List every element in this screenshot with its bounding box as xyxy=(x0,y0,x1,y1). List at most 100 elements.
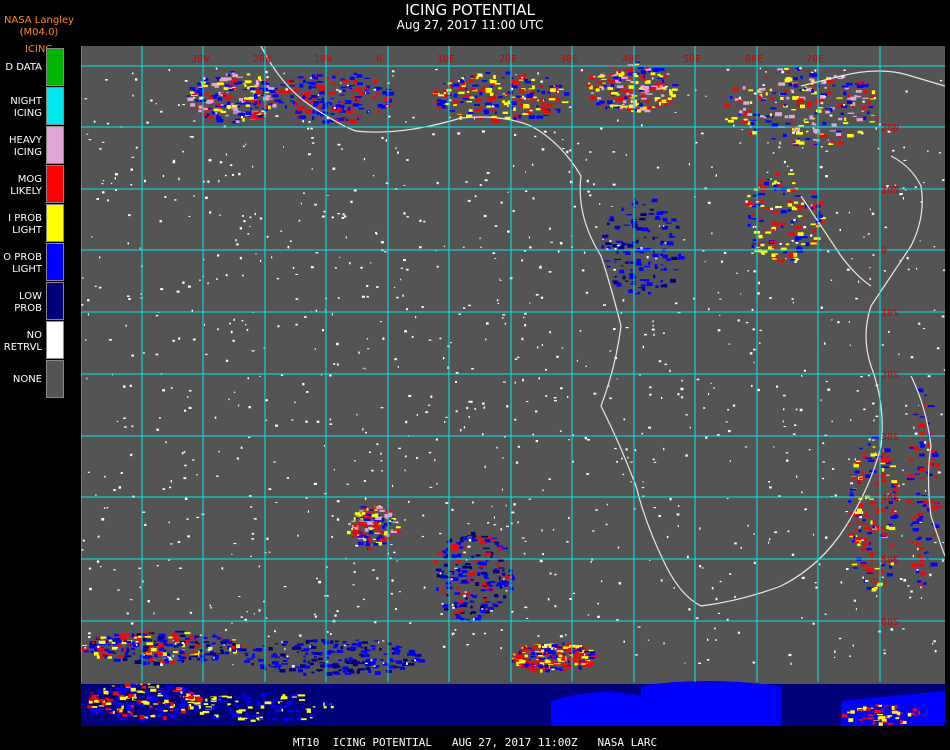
no-retrieval-pixel xyxy=(134,636,137,639)
icing-cell xyxy=(844,117,847,122)
icing-cell xyxy=(775,208,778,211)
icing-cell xyxy=(153,640,157,642)
icing-cell xyxy=(342,89,346,93)
no-retrieval-pixel xyxy=(474,195,477,198)
icing-cell xyxy=(408,663,415,666)
no-retrieval-pixel xyxy=(113,489,116,492)
icing-cell xyxy=(369,527,373,530)
icing-cell xyxy=(747,194,751,198)
icing-cell xyxy=(916,518,923,522)
icing-cell xyxy=(776,172,780,175)
icing-cell xyxy=(259,79,262,82)
icing-cell xyxy=(867,443,871,446)
no-retrieval-pixel xyxy=(752,226,754,228)
icing-cell xyxy=(196,657,201,661)
icing-cell xyxy=(255,89,260,94)
icing-cell xyxy=(193,638,197,640)
icing-cell xyxy=(522,75,525,77)
icing-cell xyxy=(282,643,287,646)
no-retrieval-pixel xyxy=(208,159,212,162)
no-retrieval-pixel xyxy=(874,452,876,454)
icing-cell xyxy=(485,610,490,614)
no-retrieval-pixel xyxy=(704,261,706,263)
no-retrieval-pixel xyxy=(548,271,552,273)
no-retrieval-pixel xyxy=(785,257,787,260)
icing-cell xyxy=(777,206,782,208)
icing-cell xyxy=(308,101,313,105)
no-retrieval-pixel xyxy=(507,191,509,193)
no-retrieval-pixel xyxy=(273,461,276,463)
no-retrieval-pixel xyxy=(779,242,782,245)
icing-cell xyxy=(392,665,396,667)
icing-cell xyxy=(837,77,844,80)
no-retrieval-pixel xyxy=(81,304,84,306)
icing-cell xyxy=(111,685,115,687)
no-retrieval-pixel xyxy=(253,518,257,520)
icing-cell xyxy=(886,525,889,530)
no-retrieval-pixel xyxy=(499,279,502,281)
no-retrieval-pixel xyxy=(114,177,116,180)
no-retrieval-pixel xyxy=(699,527,701,530)
no-retrieval-pixel xyxy=(532,197,535,200)
icing-cell xyxy=(794,236,802,240)
no-retrieval-pixel xyxy=(423,586,426,589)
no-retrieval-pixel xyxy=(913,426,915,429)
no-retrieval-pixel xyxy=(241,215,244,217)
icing-cell xyxy=(666,100,673,103)
legend-swatch xyxy=(46,204,64,242)
icing-cell xyxy=(501,572,506,576)
no-retrieval-pixel xyxy=(717,329,721,332)
icing-cell xyxy=(797,98,805,103)
lat-label: 60S xyxy=(881,617,899,628)
icing-cell xyxy=(613,76,619,80)
icing-cell xyxy=(379,509,385,512)
no-retrieval-pixel xyxy=(867,233,870,235)
icing-cell xyxy=(855,537,862,541)
icing-cell xyxy=(227,77,232,81)
icing-cell xyxy=(615,226,620,230)
no-retrieval-pixel xyxy=(529,302,531,304)
icing-cell xyxy=(198,109,202,113)
icing-cell xyxy=(301,703,305,707)
no-retrieval-pixel xyxy=(522,378,524,382)
icing-cell xyxy=(278,89,285,93)
icing-cell xyxy=(143,646,150,649)
icing-cell xyxy=(518,650,522,654)
no-retrieval-pixel xyxy=(918,404,920,406)
icing-cell xyxy=(475,98,482,102)
no-retrieval-pixel xyxy=(134,78,138,81)
lon-label: 40E xyxy=(622,54,640,65)
no-retrieval-pixel xyxy=(468,400,471,403)
no-retrieval-pixel xyxy=(98,286,102,289)
no-retrieval-pixel xyxy=(523,97,527,100)
icing-cell xyxy=(652,68,660,72)
icing-cell xyxy=(150,715,156,718)
no-retrieval-pixel xyxy=(613,328,616,331)
no-retrieval-pixel xyxy=(623,418,626,421)
no-retrieval-pixel xyxy=(259,217,263,220)
no-retrieval-pixel xyxy=(590,561,592,563)
icing-cell xyxy=(585,656,588,659)
icing-cell xyxy=(226,700,231,702)
no-retrieval-pixel xyxy=(525,171,527,173)
icing-cell xyxy=(867,541,872,543)
icing-cell xyxy=(305,708,311,710)
no-retrieval-pixel xyxy=(443,245,445,248)
no-retrieval-pixel xyxy=(205,353,208,356)
icing-cell xyxy=(869,469,873,473)
no-retrieval-pixel xyxy=(526,617,529,619)
icing-cell xyxy=(306,709,311,713)
icing-cell xyxy=(280,653,286,657)
icing-cell xyxy=(867,532,872,535)
icing-cell xyxy=(644,109,651,113)
icing-cell xyxy=(529,662,535,665)
icing-cell xyxy=(919,582,923,587)
icing-cell xyxy=(325,664,333,668)
icing-cell xyxy=(149,705,153,709)
no-retrieval-pixel xyxy=(736,272,738,274)
no-retrieval-pixel xyxy=(400,267,403,269)
icing-cell xyxy=(98,643,101,645)
no-retrieval-pixel xyxy=(493,524,497,526)
icing-cell xyxy=(751,214,756,216)
icing-cell xyxy=(855,528,858,532)
